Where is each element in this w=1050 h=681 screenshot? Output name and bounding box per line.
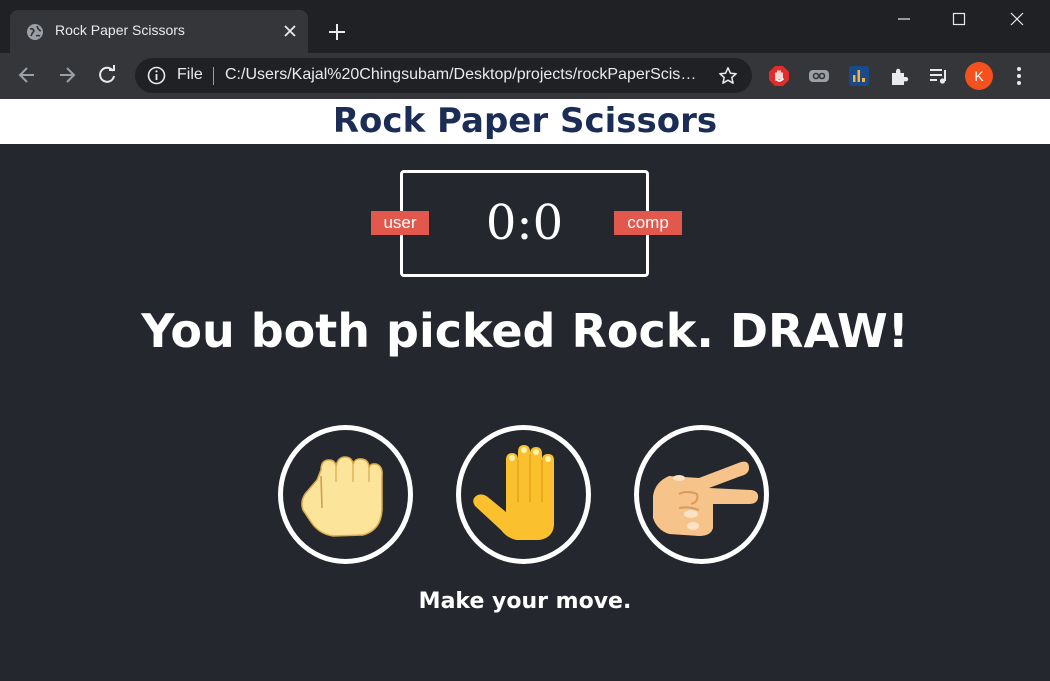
- fist-icon: [301, 456, 383, 537]
- close-tab-icon[interactable]: [283, 24, 297, 38]
- media-queue-icon[interactable]: [928, 65, 950, 87]
- comp-score-badge: comp: [614, 211, 682, 235]
- tab-title: Rock Paper Scissors: [55, 22, 185, 38]
- address-divider: [213, 67, 214, 85]
- rock-choice-button[interactable]: [278, 425, 413, 564]
- back-icon[interactable]: [16, 64, 38, 86]
- globe-icon: [27, 24, 43, 40]
- link-extension-icon[interactable]: [808, 65, 830, 87]
- analytics-extension-icon[interactable]: [848, 65, 870, 87]
- scissors-choice-button[interactable]: [634, 425, 769, 564]
- page-header: Rock Paper Scissors: [0, 99, 1050, 144]
- profile-avatar[interactable]: K: [965, 62, 993, 90]
- reload-icon[interactable]: [96, 64, 118, 86]
- scheme-label: File: [177, 66, 203, 83]
- score-display: 0:0: [485, 195, 564, 251]
- extensions-puzzle-icon[interactable]: [888, 65, 910, 87]
- more-menu-icon[interactable]: [1008, 64, 1030, 88]
- info-icon[interactable]: [147, 66, 166, 85]
- scoreboard: 0:0: [400, 170, 649, 277]
- tab-strip: Rock Paper Scissors: [0, 0, 1050, 53]
- browser-tab[interactable]: Rock Paper Scissors: [10, 10, 308, 53]
- paper-choice-button[interactable]: [456, 425, 591, 564]
- page-title: Rock Paper Scissors: [332, 101, 718, 141]
- raised-hand-icon: [473, 445, 554, 540]
- new-tab-icon[interactable]: [326, 21, 348, 43]
- address-bar[interactable]: File C:/Users/Kajal%20Chingsubam/Desktop…: [135, 58, 752, 93]
- maximize-icon[interactable]: [948, 8, 970, 30]
- browser-toolbar: File C:/Users/Kajal%20Chingsubam/Desktop…: [0, 53, 1050, 99]
- minimize-icon[interactable]: [893, 8, 915, 30]
- victory-hand-icon: [653, 461, 759, 536]
- user-score-badge: user: [371, 211, 429, 235]
- action-message: Make your move.: [418, 589, 632, 614]
- result-message: You both picked Rock. DRAW!: [141, 304, 909, 358]
- forward-icon[interactable]: [56, 64, 78, 86]
- adblock-extension-icon[interactable]: [768, 65, 790, 87]
- game-page: Rock Paper Scissors 0:0 user comp You bo…: [0, 99, 1050, 681]
- url-text[interactable]: C:/Users/Kajal%20Chingsubam/Desktop/proj…: [225, 66, 703, 84]
- bookmark-star-icon[interactable]: [718, 66, 738, 86]
- close-window-icon[interactable]: [1006, 8, 1028, 30]
